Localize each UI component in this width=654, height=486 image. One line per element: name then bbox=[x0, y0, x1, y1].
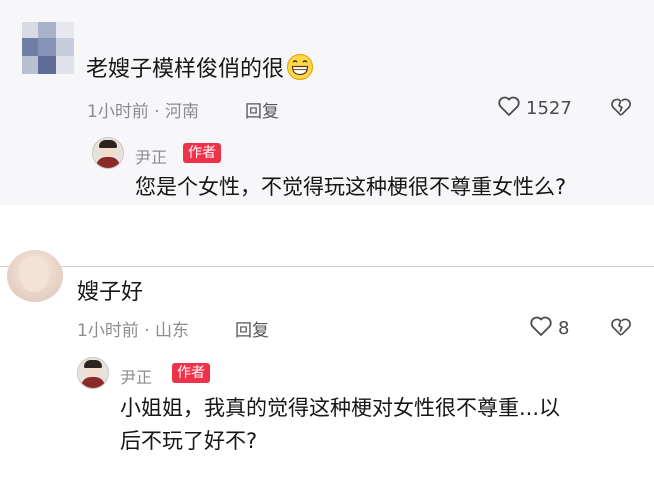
reply-line-2: 后不玩了好不? bbox=[120, 429, 258, 453]
grinning-face-icon bbox=[286, 53, 314, 87]
author-avatar-2[interactable] bbox=[77, 357, 109, 389]
like-count-2: 8 bbox=[558, 318, 570, 339]
comment-text-2: 嫂子好 bbox=[77, 280, 144, 305]
broken-heart-icon bbox=[610, 96, 632, 122]
reply-button[interactable]: 回复 bbox=[245, 97, 279, 122]
author-name-2[interactable]: 尹正 bbox=[120, 364, 152, 388]
dislike-button[interactable] bbox=[610, 96, 632, 122]
author-reply-text-2: 小姐姐，我真的觉得这种梗对女性很不尊重...以 后不玩了好不? bbox=[120, 392, 560, 458]
comment-card-1: 老嫂子模样俊俏的很 1小时前 · 河南 回复 1527 尹正 作者 您是个女性，… bbox=[0, 0, 654, 205]
comment-meta-2: 1小时前 · 山东 bbox=[77, 321, 190, 341]
like-button[interactable]: 1527 bbox=[497, 95, 572, 122]
mosaic-avatar[interactable] bbox=[22, 22, 74, 74]
author-avatar[interactable] bbox=[92, 137, 124, 169]
user-avatar[interactable] bbox=[7, 250, 63, 302]
heart-icon bbox=[529, 315, 553, 342]
heart-icon bbox=[497, 95, 521, 122]
separator-gap bbox=[0, 205, 654, 266]
dislike-button-2[interactable] bbox=[610, 316, 632, 342]
comment-meta: 1小时前 · 河南 bbox=[87, 102, 200, 122]
like-button-2[interactable]: 8 bbox=[529, 315, 569, 342]
reply-button-2[interactable]: 回复 bbox=[235, 316, 269, 341]
author-reply-text: 您是个女性，不觉得玩这种梗很不尊重女性么? bbox=[135, 175, 567, 199]
author-badge-2: 作者 bbox=[172, 363, 210, 383]
comment-body: 老嫂子模样俊俏的很 bbox=[86, 57, 285, 82]
reply-line-1: 小姐姐，我真的觉得这种梗对女性很不尊重...以 bbox=[120, 396, 561, 420]
author-name[interactable]: 尹正 bbox=[135, 144, 167, 168]
like-count: 1527 bbox=[526, 98, 572, 119]
broken-heart-icon bbox=[610, 316, 632, 342]
author-badge: 作者 bbox=[183, 143, 221, 163]
comment-text: 老嫂子模样俊俏的很 bbox=[86, 51, 314, 87]
